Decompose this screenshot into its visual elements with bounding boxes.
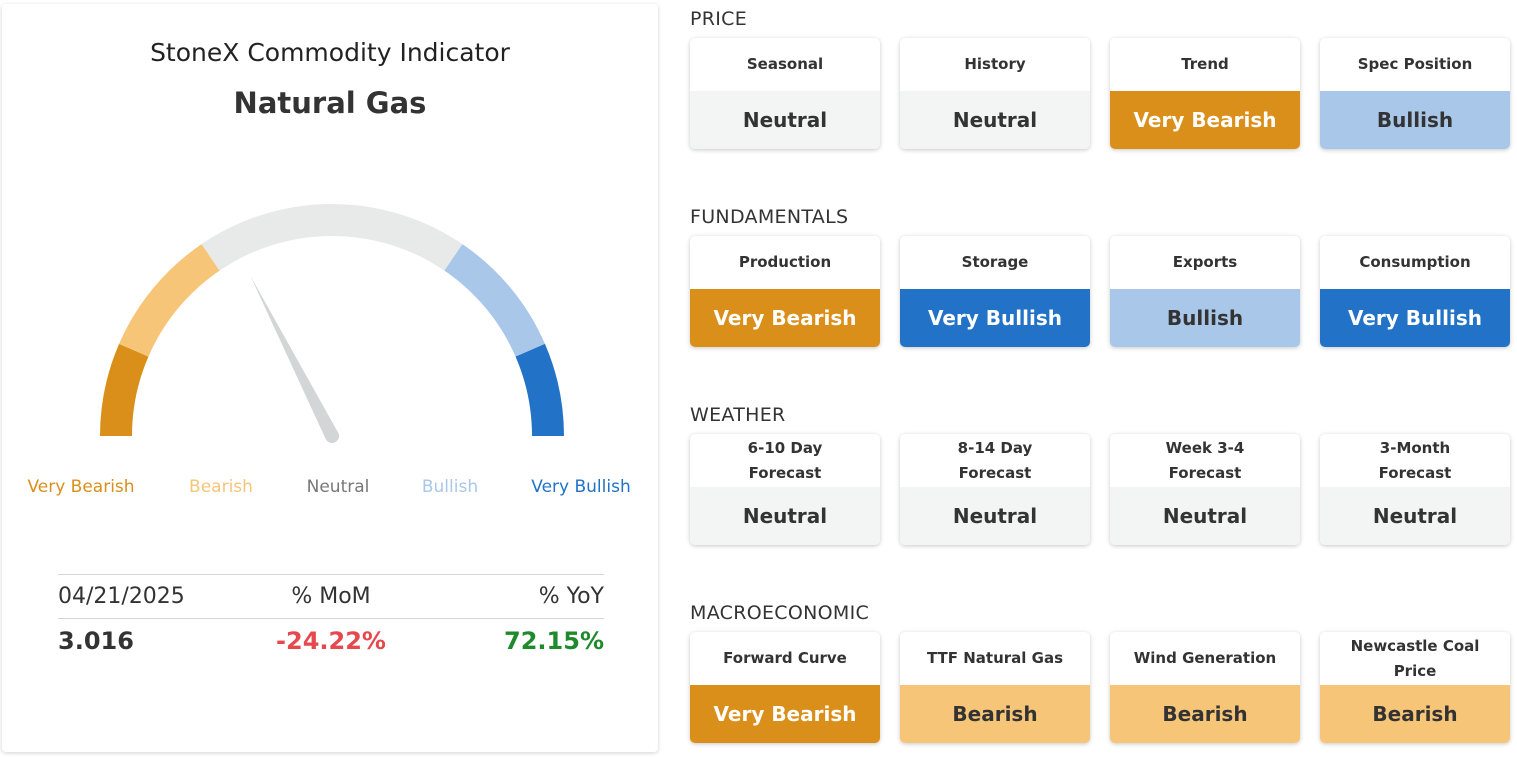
indicator-card[interactable]: Newcastle Coal Price Bearish: [1320, 632, 1510, 743]
gauge-band-very-bearish: [100, 343, 149, 437]
indicator-cards: Forward Curve Very Bearish TTF Natural Gas…: [690, 632, 1510, 743]
section-title: PRICE: [690, 8, 748, 30]
indicator-card-label: Exports: [1172, 253, 1238, 271]
indicator-card-label: TTF Natural Gas: [926, 649, 1064, 667]
indicator-card-label: Wind Generation: [1133, 649, 1277, 667]
indicator-card[interactable]: Exports Bullish: [1110, 236, 1300, 347]
section-price: PRICE Seasonal Neutral History Neutral Trend V…: [690, 4, 1510, 149]
indicator-card-value: Neutral: [690, 91, 880, 149]
indicator-card-value: Bearish: [900, 685, 1090, 743]
indicator-card-label: 3-Month Forecast: [1378, 438, 1452, 482]
gauge-band-bearish: [119, 244, 220, 357]
price-stats: 04/21/2025 % MoM % YoY 3.016 -24.22% 72.…: [58, 574, 604, 662]
section-title: WEATHER: [690, 404, 786, 426]
gauge-label-neutral: Neutral: [306, 477, 370, 497]
indicator-card-value: Very Bearish: [690, 289, 880, 347]
indicator-card[interactable]: Seasonal Neutral: [690, 38, 880, 149]
gauge-label-very-bullish: Very Bullish: [531, 477, 631, 497]
indicator-card-label: Spec Position: [1357, 55, 1473, 73]
indicator-card[interactable]: TTF Natural Gas Bearish: [900, 632, 1090, 743]
indicator-cards: Production Very Bearish Storage Very Bullis…: [690, 236, 1510, 347]
indicator-card-value: Neutral: [900, 91, 1090, 149]
indicator-card-label: Trend: [1181, 55, 1229, 73]
indicator-card-value: Neutral: [900, 487, 1090, 545]
indicator-card-label: Consumption: [1359, 253, 1471, 271]
indicator-card-label: Seasonal: [746, 55, 824, 73]
stats-mom-label: % MoM: [291, 584, 371, 609]
indicator-card-label: Newcastle Coal Price: [1350, 636, 1480, 680]
stats-yoy-label: % YoY: [538, 584, 604, 609]
indicator-card[interactable]: 6-10 Day Forecast Neutral: [690, 434, 880, 545]
indicator-card-value: Neutral: [1320, 487, 1510, 545]
indicator-card-label: Storage: [961, 253, 1029, 271]
indicator-panel: StoneX Commodity Indicator Natural Gas V…: [2, 4, 658, 752]
gauge-band-very-bullish: [515, 343, 564, 437]
gauge-band-bullish: [444, 244, 545, 357]
stats-header-row: 04/21/2025 % MoM % YoY: [58, 574, 604, 618]
indicator-cards: Seasonal Neutral History Neutral Trend Very B…: [690, 38, 1510, 149]
section-fundamentals: FUNDAMENTALS Production Very Bearish Storag…: [690, 202, 1510, 347]
indicator-card[interactable]: Week 3-4 Forecast Neutral: [1110, 434, 1300, 545]
indicator-card-value: Neutral: [690, 487, 880, 545]
gauge-label-bullish: Bullish: [421, 477, 479, 497]
indicator-card-value: Bullish: [1320, 91, 1510, 149]
stats-date: 04/21/2025: [58, 584, 185, 609]
section-title: FUNDAMENTALS: [690, 206, 849, 228]
indicator-card[interactable]: History Neutral: [900, 38, 1090, 149]
section-weather: WEATHER 6-10 Day Forecast Neutral 8-14 Day …: [690, 400, 1510, 545]
indicator-card-value: Bullish: [1110, 289, 1300, 347]
gauge-needle-hub: [325, 429, 339, 443]
indicator-cards: 6-10 Day Forecast Neutral 8-14 Day Forecas…: [690, 434, 1510, 545]
stats-value-row: 3.016 -24.22% 72.15%: [58, 618, 604, 662]
indicator-card-value: Neutral: [1110, 487, 1300, 545]
indicator-card[interactable]: Forward Curve Very Bearish: [690, 632, 880, 743]
indicator-card[interactable]: Storage Very Bullish: [900, 236, 1090, 347]
indicator-card-label: Week 3-4 Forecast: [1165, 438, 1245, 482]
indicator-card[interactable]: Consumption Very Bullish: [1320, 236, 1510, 347]
gauge-label-very-bearish: Very Bearish: [27, 477, 135, 497]
indicator-card-value: Very Bullish: [900, 289, 1090, 347]
stats-price: 3.016: [58, 626, 134, 655]
indicator-card-value: Very Bearish: [690, 685, 880, 743]
gauge-needle: [250, 275, 339, 440]
indicator-card[interactable]: Trend Very Bearish: [1110, 38, 1300, 149]
gauge-band-neutral: [201, 204, 463, 271]
indicator-card-label: 8-14 Day Forecast: [957, 438, 1033, 482]
indicator-card-label: History: [964, 55, 1026, 73]
indicator-card-value: Bearish: [1320, 685, 1510, 743]
indicator-card-label: 6-10 Day Forecast: [747, 438, 823, 482]
indicator-card-value: Bearish: [1110, 685, 1300, 743]
section-title: MACROECONOMIC: [690, 602, 870, 624]
section-macroeconomic: MACROECONOMIC Forward Curve Very Bearish TT…: [690, 598, 1510, 743]
stats-yoy-value: 72.15%: [504, 626, 604, 655]
indicator-card-value: Very Bearish: [1110, 91, 1300, 149]
indicator-card[interactable]: Production Very Bearish: [690, 236, 880, 347]
indicator-card-label: Forward Curve: [723, 649, 847, 667]
indicator-card-value: Very Bullish: [1320, 289, 1510, 347]
gauge-label-bearish: Bearish: [189, 477, 253, 497]
stats-mom-value: -24.22%: [276, 626, 386, 655]
indicator-card[interactable]: 8-14 Day Forecast Neutral: [900, 434, 1090, 545]
indicator-card-label: Production: [738, 253, 832, 271]
indicator-card[interactable]: 3-Month Forecast Neutral: [1320, 434, 1510, 545]
sentiment-gauge: [100, 204, 564, 443]
indicator-card[interactable]: Wind Generation Bearish: [1110, 632, 1300, 743]
indicator-card[interactable]: Spec Position Bullish: [1320, 38, 1510, 149]
